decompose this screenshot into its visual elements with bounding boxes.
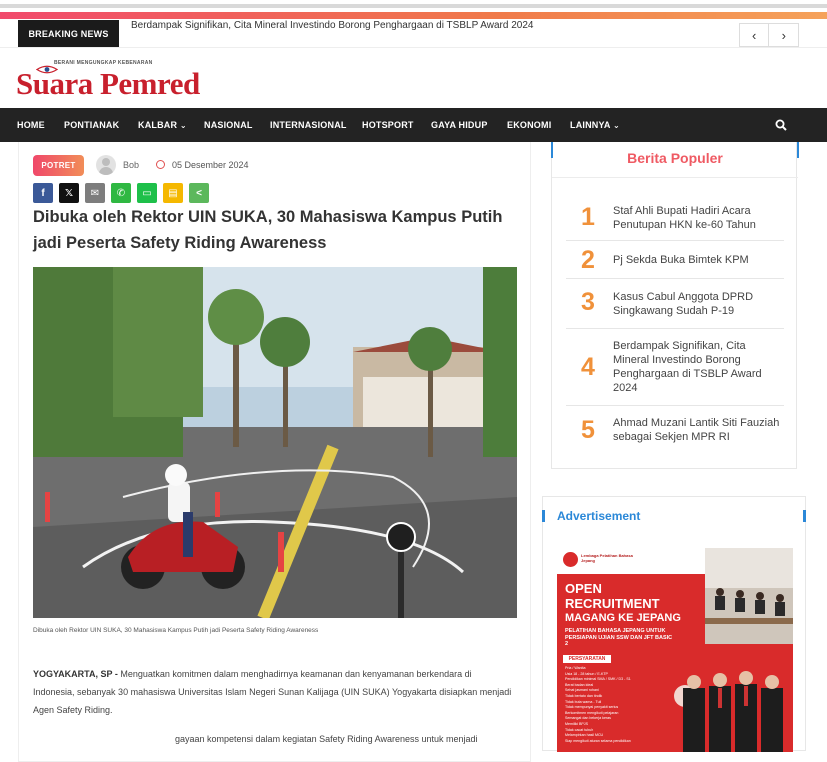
top-gradient-stripe — [0, 0, 827, 20]
author-name[interactable]: Bob — [123, 160, 139, 170]
ad-classroom-photo — [705, 548, 793, 644]
nav-item-gaya-hidup[interactable]: GAYA HIDUP — [431, 108, 488, 142]
breaking-news-label: BREAKING NEWS — [18, 20, 119, 47]
article-container: POTRET Bob 05 Desember 2024 f 𝕏 ✉ ✆ ▭ ▤ … — [18, 142, 531, 762]
rank-number: 4 — [581, 353, 595, 381]
sms-share-button[interactable]: ▤ — [163, 183, 183, 203]
popular-item[interactable]: 4 Berdampak Signifikan, Cita Mineral Inv… — [566, 329, 784, 406]
publish-date: 05 Desember 2024 — [172, 160, 249, 170]
nav-item-lainnya[interactable]: LAINNYA ⌄ — [570, 108, 620, 142]
popular-item-title[interactable]: Pj Sekda Buka Bimtek KPM — [613, 253, 781, 267]
nav-item-pontianak[interactable]: PONTIANAK — [64, 108, 119, 142]
chevron-left-icon[interactable]: ‹ — [740, 28, 768, 43]
facebook-icon: f — [41, 187, 45, 199]
accent-bar-left — [542, 510, 545, 522]
nav-item-label: LAINNYA — [570, 120, 611, 130]
nav-item-home[interactable]: HOME — [17, 108, 45, 142]
x-icon: 𝕏 — [64, 187, 74, 199]
popular-item[interactable]: 5 Ahmad Muzani Lantik Siti Fauziah sebag… — [566, 406, 784, 454]
requirement-item: Siap mengikuti aturan selama pendidikan — [565, 738, 631, 743]
ad-org-name: Lembaga Pelatihan Bahasa Jepang — [581, 553, 633, 563]
facebook-share-button[interactable]: f — [33, 183, 53, 203]
ad-headline-open: OPEN — [565, 581, 602, 596]
article-lead: YOGYAKARTA, SP - Menguatkan komitmen dal… — [33, 665, 513, 719]
ad-requirements-label: PERSYARATAN — [563, 655, 611, 663]
breaking-news-headline[interactable]: Berdampak Signifikan, Cita Mineral Inves… — [131, 20, 533, 32]
popular-item[interactable]: 3 Kasus Cabul Anggota DPRD Singkawang Su… — [566, 279, 784, 329]
popular-item-title[interactable]: Berdampak Signifikan, Cita Mineral Inves… — [613, 339, 781, 395]
popular-title: Berita Populer — [627, 150, 723, 166]
nav-item-label: KALBAR — [138, 120, 178, 130]
popular-item-title[interactable]: Ahmad Muzani Lantik Siti Fauziah sebagai… — [613, 416, 781, 444]
search-icon[interactable] — [775, 119, 787, 131]
ad-headline-magang: MAGANG KE JEPANG — [565, 612, 681, 624]
top-gradient-bar — [0, 12, 827, 19]
ticker-controls: ‹ › — [739, 23, 799, 47]
email-share-button[interactable]: ✉ — [85, 183, 105, 203]
nav-item-kalbar[interactable]: KALBAR ⌄ — [138, 108, 187, 142]
motorcycle-training-photo — [33, 267, 517, 618]
nav-item-ekonomi[interactable]: EKONOMI — [507, 108, 551, 142]
chevron-right-icon[interactable]: › — [770, 28, 798, 43]
advertisement-widget: Advertisement Lembaga Pelatihan Bahasa J… — [542, 496, 806, 752]
line-share-button[interactable]: ▭ — [137, 183, 157, 203]
more-share-button[interactable]: < — [189, 183, 209, 203]
photo-caption: Dibuka oleh Rektor UIN SUKA, 30 Mahasisw… — [33, 627, 319, 634]
avatar — [96, 155, 116, 175]
clock-icon — [156, 160, 165, 169]
article-next-line: gayaan kompetensi dalam kegiatan Safety … — [175, 734, 478, 744]
popular-item[interactable]: 1 Staf Ahli Bupati Hadiri Acara Penutupa… — [566, 193, 784, 241]
chevron-down-icon: ⌄ — [179, 121, 187, 130]
top-grey-line — [0, 4, 827, 8]
whatsapp-icon: ✆ — [116, 187, 126, 199]
popular-header: Berita Populer — [551, 142, 799, 178]
x-share-button[interactable]: 𝕏 — [59, 183, 79, 203]
rank-number: 2 — [581, 246, 595, 274]
accent-bar-right — [803, 510, 806, 522]
whatsapp-share-button[interactable]: ✆ — [111, 183, 131, 203]
nav-item-nasional[interactable]: NASIONAL — [204, 108, 253, 142]
rank-number: 1 — [581, 203, 595, 231]
breaking-news-ticker: BREAKING NEWS Berdampak Signifikan, Cita… — [0, 20, 827, 48]
line-icon: ▭ — [142, 187, 152, 199]
accent-bar-right — [797, 142, 799, 158]
main-navigation: HOME PONTIANAK KALBAR ⌄ NASIONAL INTERNA… — [0, 108, 827, 142]
ad-headline-recruitment: RECRUITMENT — [565, 596, 660, 611]
ad-requirements-list: Pria / Wanita Usia 18 - 28 tahun / E-KTP… — [565, 666, 661, 744]
nav-item-internasional[interactable]: INTERNASIONAL — [270, 108, 347, 142]
share-icon: < — [196, 187, 202, 199]
nav-item-hotsport[interactable]: HOTSPORT — [362, 108, 414, 142]
site-header: BERANI MENGUNGKAP KEBENARAN Suara Pemred — [0, 48, 827, 108]
popular-news-widget: Berita Populer 1 Staf Ahli Bupati Hadiri… — [551, 142, 799, 469]
article-photo — [33, 267, 517, 618]
email-icon: ✉ — [90, 187, 100, 199]
rank-number: 3 — [581, 288, 595, 316]
category-badge[interactable]: POTRET — [33, 155, 84, 176]
article-title: Dibuka oleh Rektor UIN SUKA, 30 Mahasisw… — [33, 208, 503, 252]
rank-number: 5 — [581, 416, 595, 444]
advertisement-title: Advertisement — [557, 509, 641, 523]
recruitment-ad-banner[interactable]: Lembaga Pelatihan Bahasa Jepang OPEN REC… — [557, 548, 793, 752]
logo-wordmark: Suara Pemred — [16, 66, 200, 101]
article-dateline: YOGYAKARTA, SP - — [33, 669, 118, 679]
popular-item[interactable]: 2 Pj Sekda Buka Bimtek KPM — [566, 241, 784, 279]
ad-subheadline: PELATIHAN BAHASA JEPANG UNTUK PERSIAPAN … — [565, 628, 673, 647]
sms-icon: ▤ — [168, 187, 178, 199]
popular-item-title[interactable]: Staf Ahli Bupati Hadiri Acara Penutupan … — [613, 204, 781, 232]
popular-item-title[interactable]: Kasus Cabul Anggota DPRD Singkawang Suda… — [613, 290, 781, 318]
ad-trainees-photo — [674, 671, 783, 752]
chevron-down-icon: ⌄ — [612, 121, 620, 130]
ad-logo-icon — [563, 552, 578, 567]
